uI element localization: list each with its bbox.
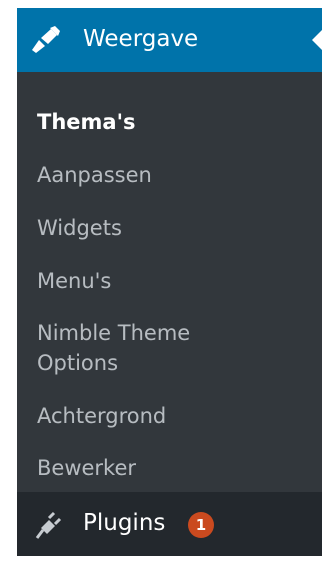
submenu-item-bewerker[interactable]: Bewerker bbox=[37, 454, 136, 483]
current-menu-arrow bbox=[312, 30, 322, 50]
plug-icon bbox=[33, 510, 63, 540]
submenu-item-aanpassen[interactable]: Aanpassen bbox=[37, 161, 152, 190]
menu-item-label: Weergave bbox=[83, 26, 199, 52]
submenu-item-menus[interactable]: Menu's bbox=[37, 267, 111, 296]
admin-sidebar: Weergave Thema's Aanpassen Widgets Menu'… bbox=[17, 8, 322, 556]
submenu-item-achtergrond[interactable]: Achtergrond bbox=[37, 402, 166, 431]
menu-item-weergave[interactable]: Weergave bbox=[17, 8, 322, 72]
plugins-label: Plugins bbox=[83, 510, 166, 536]
submenu-item-themas[interactable]: Thema's bbox=[37, 108, 136, 137]
submenu-item-nimble-theme-line2[interactable]: Options bbox=[37, 349, 118, 378]
submenu-item-nimble-theme-line1[interactable]: Nimble Theme bbox=[37, 319, 190, 348]
paintbrush-icon bbox=[30, 26, 60, 54]
update-count-badge: 1 bbox=[188, 512, 214, 538]
menu-item-plugins[interactable]: Plugins 1 bbox=[17, 492, 322, 556]
submenu-item-widgets[interactable]: Widgets bbox=[37, 214, 122, 243]
